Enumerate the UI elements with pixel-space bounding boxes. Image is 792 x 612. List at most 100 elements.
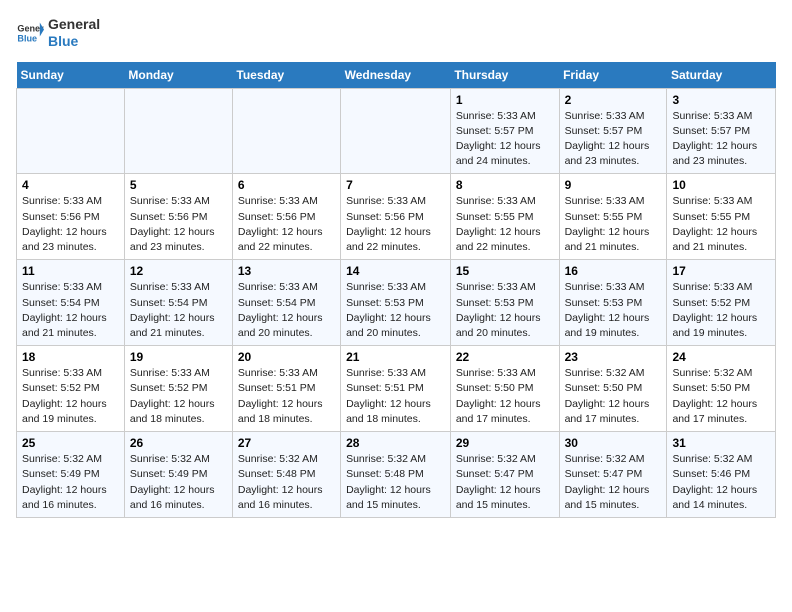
day-info: Sunrise: 5:33 AMSunset: 5:51 PMDaylight:… — [346, 366, 445, 427]
day-number: 2 — [565, 93, 662, 107]
day-number: 23 — [565, 350, 662, 364]
calendar-cell: 5 Sunrise: 5:33 AMSunset: 5:56 PMDaylight… — [124, 174, 232, 260]
day-number: 10 — [672, 178, 770, 192]
calendar-cell: 24 Sunrise: 5:32 AMSunset: 5:50 PMDayligh… — [667, 346, 776, 432]
day-info: Sunrise: 5:33 AMSunset: 5:53 PMDaylight:… — [456, 280, 554, 341]
calendar-cell: 19 Sunrise: 5:33 AMSunset: 5:52 PMDayligh… — [124, 346, 232, 432]
day-info: Sunrise: 5:33 AMSunset: 5:52 PMDaylight:… — [672, 280, 770, 341]
header-sunday: Sunday — [17, 62, 125, 89]
day-info: Sunrise: 5:33 AMSunset: 5:56 PMDaylight:… — [346, 194, 445, 255]
logo: General Blue General Blue — [16, 16, 100, 50]
day-info: Sunrise: 5:33 AMSunset: 5:55 PMDaylight:… — [456, 194, 554, 255]
day-info: Sunrise: 5:32 AMSunset: 5:48 PMDaylight:… — [346, 452, 445, 513]
header-thursday: Thursday — [450, 62, 559, 89]
calendar-cell: 11 Sunrise: 5:33 AMSunset: 5:54 PMDayligh… — [17, 260, 125, 346]
day-number: 30 — [565, 436, 662, 450]
calendar-cell: 17 Sunrise: 5:33 AMSunset: 5:52 PMDayligh… — [667, 260, 776, 346]
calendar-cell: 16 Sunrise: 5:33 AMSunset: 5:53 PMDayligh… — [559, 260, 667, 346]
day-number: 28 — [346, 436, 445, 450]
day-number: 16 — [565, 264, 662, 278]
header-friday: Friday — [559, 62, 667, 89]
header-saturday: Saturday — [667, 62, 776, 89]
logo-name-general: General — [48, 16, 100, 33]
day-info: Sunrise: 5:32 AMSunset: 5:48 PMDaylight:… — [238, 452, 335, 513]
calendar-cell: 22 Sunrise: 5:33 AMSunset: 5:50 PMDayligh… — [450, 346, 559, 432]
day-number: 6 — [238, 178, 335, 192]
calendar-cell: 28 Sunrise: 5:32 AMSunset: 5:48 PMDayligh… — [341, 432, 451, 518]
calendar-cell: 20Sunrise: 5:33 AMSunset: 5:51 PMDayligh… — [232, 346, 340, 432]
calendar-cell: 23 Sunrise: 5:32 AMSunset: 5:50 PMDayligh… — [559, 346, 667, 432]
day-number: 5 — [130, 178, 227, 192]
calendar-cell: 3 Sunrise: 5:33 AMSunset: 5:57 PMDaylight… — [667, 88, 776, 174]
day-number: 4 — [22, 178, 119, 192]
day-info: Sunrise: 5:33 AMSunset: 5:56 PMDaylight:… — [130, 194, 227, 255]
day-number: 20 — [238, 350, 335, 364]
calendar-cell — [232, 88, 340, 174]
logo-icon: General Blue — [16, 19, 44, 47]
calendar-cell: 14Sunrise: 5:33 AMSunset: 5:53 PMDayligh… — [341, 260, 451, 346]
week-row-1: 1Sunrise: 5:33 AMSunset: 5:57 PMDaylight… — [17, 88, 776, 174]
calendar-cell: 10 Sunrise: 5:33 AMSunset: 5:55 PMDayligh… — [667, 174, 776, 260]
week-row-2: 4 Sunrise: 5:33 AMSunset: 5:56 PMDaylight… — [17, 174, 776, 260]
day-number: 26 — [130, 436, 227, 450]
day-number: 3 — [672, 93, 770, 107]
calendar-cell: 2 Sunrise: 5:33 AMSunset: 5:57 PMDaylight… — [559, 88, 667, 174]
day-number: 14 — [346, 264, 445, 278]
day-number: 29 — [456, 436, 554, 450]
page-header: General Blue General Blue — [16, 16, 776, 50]
day-info: Sunrise: 5:33 AMSunset: 5:54 PMDaylight:… — [130, 280, 227, 341]
calendar-cell: 25Sunrise: 5:32 AMSunset: 5:49 PMDayligh… — [17, 432, 125, 518]
calendar-cell: 26 Sunrise: 5:32 AMSunset: 5:49 PMDayligh… — [124, 432, 232, 518]
day-number: 27 — [238, 436, 335, 450]
day-info: Sunrise: 5:33 AMSunset: 5:50 PMDaylight:… — [456, 366, 554, 427]
day-info: Sunrise: 5:33 AMSunset: 5:52 PMDaylight:… — [22, 366, 119, 427]
day-info: Sunrise: 5:32 AMSunset: 5:46 PMDaylight:… — [672, 452, 770, 513]
calendar-cell: 6 Sunrise: 5:33 AMSunset: 5:56 PMDaylight… — [232, 174, 340, 260]
day-number: 11 — [22, 264, 119, 278]
calendar-table: SundayMondayTuesdayWednesdayThursdayFrid… — [16, 62, 776, 518]
header-monday: Monday — [124, 62, 232, 89]
day-info: Sunrise: 5:32 AMSunset: 5:47 PMDaylight:… — [456, 452, 554, 513]
day-info: Sunrise: 5:33 AMSunset: 5:54 PMDaylight:… — [22, 280, 119, 341]
calendar-cell — [124, 88, 232, 174]
day-number: 13 — [238, 264, 335, 278]
calendar-cell: 13Sunrise: 5:33 AMSunset: 5:54 PMDayligh… — [232, 260, 340, 346]
day-info: Sunrise: 5:32 AMSunset: 5:50 PMDaylight:… — [672, 366, 770, 427]
day-number: 7 — [346, 178, 445, 192]
day-number: 25 — [22, 436, 119, 450]
day-number: 19 — [130, 350, 227, 364]
day-info: Sunrise: 5:32 AMSunset: 5:50 PMDaylight:… — [565, 366, 662, 427]
day-info: Sunrise: 5:33 AMSunset: 5:57 PMDaylight:… — [565, 109, 662, 170]
day-number: 15 — [456, 264, 554, 278]
day-info: Sunrise: 5:32 AMSunset: 5:47 PMDaylight:… — [565, 452, 662, 513]
day-number: 9 — [565, 178, 662, 192]
calendar-cell: 30 Sunrise: 5:32 AMSunset: 5:47 PMDayligh… — [559, 432, 667, 518]
day-number: 31 — [672, 436, 770, 450]
day-number: 21 — [346, 350, 445, 364]
day-number: 24 — [672, 350, 770, 364]
calendar-cell: 4 Sunrise: 5:33 AMSunset: 5:56 PMDaylight… — [17, 174, 125, 260]
day-number: 18 — [22, 350, 119, 364]
calendar-cell: 15 Sunrise: 5:33 AMSunset: 5:53 PMDayligh… — [450, 260, 559, 346]
week-row-3: 11 Sunrise: 5:33 AMSunset: 5:54 PMDayligh… — [17, 260, 776, 346]
day-info: Sunrise: 5:33 AMSunset: 5:56 PMDaylight:… — [22, 194, 119, 255]
calendar-cell: 21 Sunrise: 5:33 AMSunset: 5:51 PMDayligh… — [341, 346, 451, 432]
day-number: 22 — [456, 350, 554, 364]
day-info: Sunrise: 5:33 AMSunset: 5:56 PMDaylight:… — [238, 194, 335, 255]
day-info: Sunrise: 5:33 AMSunset: 5:52 PMDaylight:… — [130, 366, 227, 427]
day-info: Sunrise: 5:33 AMSunset: 5:53 PMDaylight:… — [565, 280, 662, 341]
day-info: Sunrise: 5:33 AMSunset: 5:57 PMDaylight:… — [456, 109, 554, 170]
day-number: 12 — [130, 264, 227, 278]
svg-text:Blue: Blue — [17, 33, 37, 43]
calendar-cell: 7 Sunrise: 5:33 AMSunset: 5:56 PMDaylight… — [341, 174, 451, 260]
day-info: Sunrise: 5:33 AMSunset: 5:55 PMDaylight:… — [565, 194, 662, 255]
day-info: Sunrise: 5:33 AMSunset: 5:57 PMDaylight:… — [672, 109, 770, 170]
calendar-cell — [341, 88, 451, 174]
day-info: Sunrise: 5:33 AMSunset: 5:55 PMDaylight:… — [672, 194, 770, 255]
calendar-cell — [17, 88, 125, 174]
day-info: Sunrise: 5:32 AMSunset: 5:49 PMDaylight:… — [130, 452, 227, 513]
calendar-cell: 1Sunrise: 5:33 AMSunset: 5:57 PMDaylight… — [450, 88, 559, 174]
header-wednesday: Wednesday — [341, 62, 451, 89]
day-number: 17 — [672, 264, 770, 278]
calendar-cell: 12 Sunrise: 5:33 AMSunset: 5:54 PMDayligh… — [124, 260, 232, 346]
